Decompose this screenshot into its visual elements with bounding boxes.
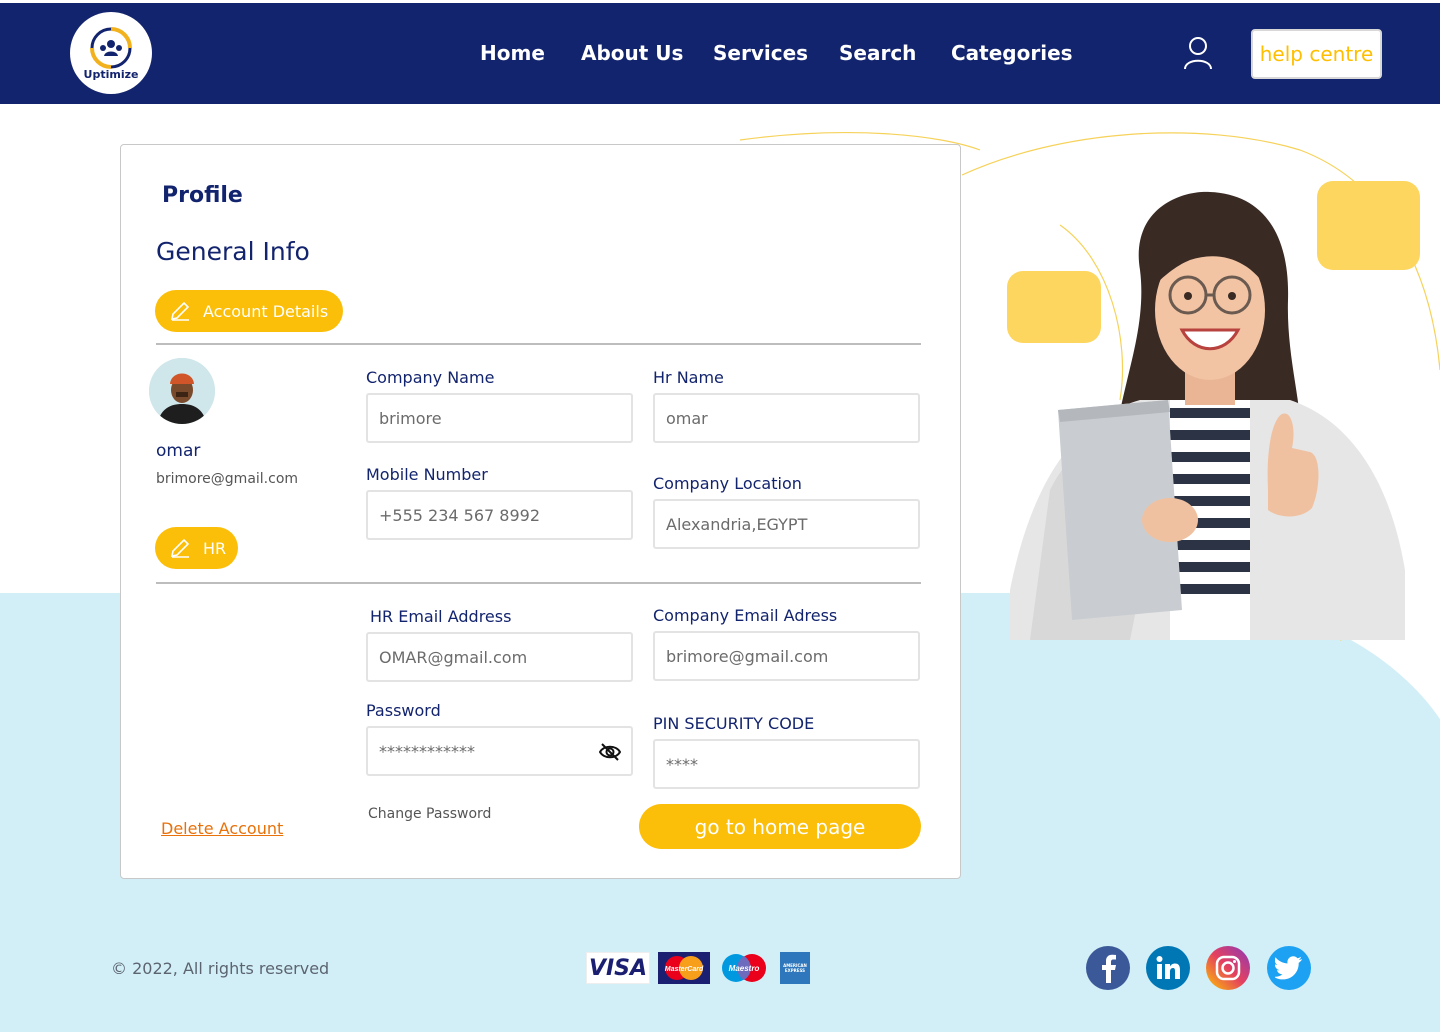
nav-search[interactable]: Search xyxy=(839,41,916,65)
eye-off-icon[interactable] xyxy=(599,742,621,762)
go-home-button[interactable]: go to home page xyxy=(639,804,921,849)
uptimize-logo[interactable]: Uptimize xyxy=(70,12,152,94)
logo-text: Uptimize xyxy=(83,67,139,81)
visa-icon: VISA xyxy=(586,952,650,984)
amex-icon: AMERICAN EXPRESS xyxy=(780,952,810,984)
change-password-link[interactable]: Change Password xyxy=(368,806,491,822)
twitter-icon[interactable] xyxy=(1267,946,1311,990)
top-navbar: Uptimize Home About Us Services Search C… xyxy=(0,3,1440,104)
password-input[interactable]: ************ xyxy=(366,726,633,776)
account-details-label: Account Details xyxy=(203,301,329,321)
hr-role-button[interactable]: HR xyxy=(155,527,238,569)
nav-services[interactable]: Services xyxy=(713,41,808,65)
account-details-button[interactable]: Account Details xyxy=(155,290,343,332)
avatar[interactable] xyxy=(149,358,215,424)
hr-role-label: HR xyxy=(203,538,227,558)
linkedin-icon[interactable] xyxy=(1146,946,1190,990)
hr-email-label: HR Email Address xyxy=(370,607,512,626)
company-location-label: Company Location xyxy=(653,474,802,493)
company-name-label: Company Name xyxy=(366,368,495,387)
woman-illustration xyxy=(1010,191,1405,640)
copyright-text: © 2022, All rights reserved xyxy=(111,959,330,978)
company-name-input[interactable]: brimore xyxy=(366,393,633,443)
company-location-input[interactable]: Alexandria,EGYPT xyxy=(653,499,920,549)
divider xyxy=(156,582,921,584)
general-info-title: General Info xyxy=(156,237,310,266)
mobile-number-label: Mobile Number xyxy=(366,465,488,484)
avatar-image xyxy=(149,358,215,424)
pencil-icon xyxy=(170,301,190,321)
maestro-icon: Maestro xyxy=(718,952,770,984)
logo-mark-icon xyxy=(90,26,132,69)
hr-email-input[interactable]: OMAR@gmail.com xyxy=(366,632,633,682)
password-label: Password xyxy=(366,701,441,720)
nav-home[interactable]: Home xyxy=(480,41,545,65)
instagram-icon[interactable] xyxy=(1206,946,1250,990)
user-icon[interactable] xyxy=(1183,36,1213,70)
pencil-icon xyxy=(170,538,190,558)
hr-name-label: Hr Name xyxy=(653,368,724,387)
mastercard-label: MasterCard xyxy=(665,966,704,973)
nav-about-us[interactable]: About Us xyxy=(581,41,683,65)
hr-name-input[interactable]: omar xyxy=(653,393,920,443)
mobile-number-input[interactable]: +555 234 567 8992 xyxy=(366,490,633,540)
nav-categories[interactable]: Categories xyxy=(951,41,1073,65)
profile-title: Profile xyxy=(162,183,243,208)
facebook-icon[interactable] xyxy=(1086,946,1130,990)
delete-account-link[interactable]: Delete Account xyxy=(161,819,283,838)
user-name: omar xyxy=(156,441,201,461)
help-centre-button[interactable]: help centre xyxy=(1251,29,1382,79)
pin-input[interactable]: **** xyxy=(653,739,920,789)
divider xyxy=(156,343,921,345)
company-email-label: Company Email Adress xyxy=(653,606,838,625)
user-email: brimore@gmail.com xyxy=(156,471,299,487)
password-value: ************ xyxy=(379,741,475,761)
mastercard-icon: MasterCard xyxy=(658,952,710,984)
profile-card: Profile General Info Account Details oma… xyxy=(120,144,961,879)
maestro-label: Maestro xyxy=(729,964,760,973)
company-email-input[interactable]: brimore@gmail.com xyxy=(653,631,920,681)
pin-label: PIN SECURITY CODE xyxy=(653,714,815,733)
